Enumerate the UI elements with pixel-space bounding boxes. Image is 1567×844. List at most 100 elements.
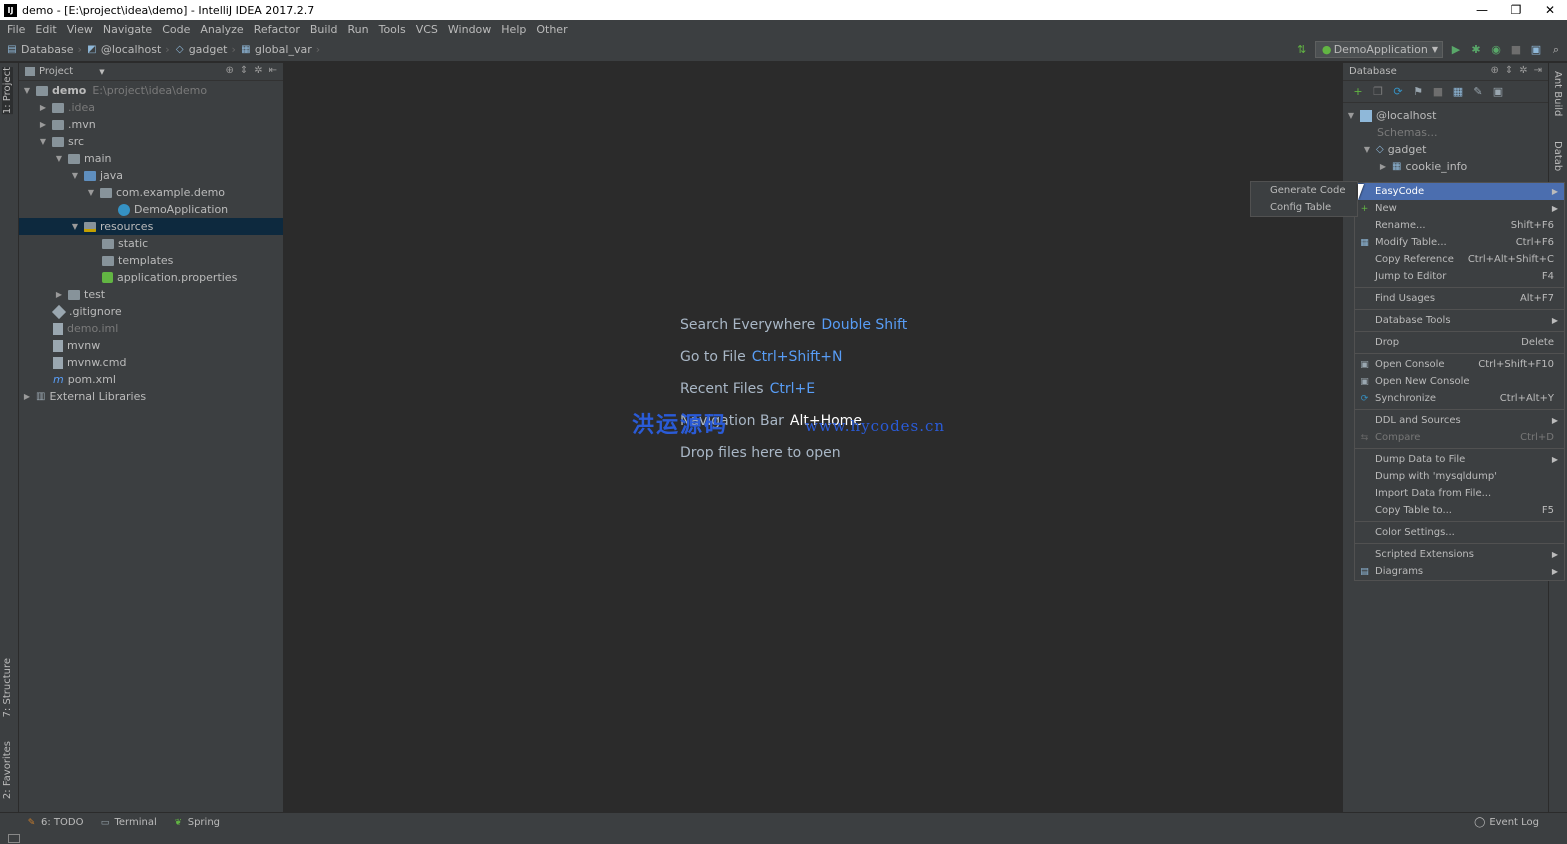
locate-icon[interactable]: ⊕ xyxy=(225,65,233,76)
menu-tools[interactable]: Tools xyxy=(374,23,411,36)
tree-item-demo[interactable]: ▼ demo E:\project\idea\demo xyxy=(21,82,207,99)
stop-icon[interactable]: ■ xyxy=(1509,43,1523,57)
tab-structure[interactable]: 7: Structure xyxy=(2,658,13,717)
tree-item-src[interactable]: ▼ src xyxy=(37,133,84,150)
menu-item-new[interactable]: + New ▶ xyxy=(1355,200,1564,217)
edit-source-icon[interactable]: ✎ xyxy=(1471,85,1485,99)
menu-analyze[interactable]: Analyze xyxy=(195,23,248,36)
tree-item-test[interactable]: ▶ test xyxy=(53,286,105,303)
expand-arrow-icon[interactable]: ▼ xyxy=(69,171,81,180)
menu-edit[interactable]: Edit xyxy=(30,23,61,36)
search-icon[interactable]: ⌕ xyxy=(1549,43,1563,57)
run-icon[interactable]: ▶ xyxy=(1449,43,1463,57)
console-icon[interactable]: ▣ xyxy=(1491,85,1505,99)
menu-help[interactable]: Help xyxy=(496,23,531,36)
menu-item-scripted-extensions[interactable]: Scripted Extensions ▶ xyxy=(1355,546,1564,563)
tool-terminal[interactable]: ▭ Terminal xyxy=(99,817,157,828)
tree-item-static[interactable]: static xyxy=(102,235,148,252)
expand-arrow-icon[interactable]: ▼ xyxy=(1361,145,1373,154)
expand-arrow-icon[interactable]: ▼ xyxy=(37,137,49,146)
toggle-tool-windows-icon[interactable] xyxy=(8,834,20,843)
menu-item-config-table[interactable]: Config Table xyxy=(1251,199,1357,216)
menu-other[interactable]: Other xyxy=(531,23,572,36)
menu-view[interactable]: View xyxy=(62,23,98,36)
menu-item-open-new-console[interactable]: ▣ Open New Console xyxy=(1355,373,1564,390)
tree-item-pom-xml[interactable]: m pom.xml xyxy=(53,371,116,388)
menu-item-synchronize[interactable]: ⟳ Synchronize Ctrl+Alt+Y xyxy=(1355,390,1564,407)
maximize-button[interactable]: ❐ xyxy=(1499,0,1533,20)
breadcrumb-gadget[interactable]: ◇ gadget › xyxy=(174,43,236,56)
tool-event-log[interactable]: ◯ Event Log xyxy=(1474,817,1539,828)
gear-icon[interactable]: ✲ xyxy=(254,65,262,76)
tree-item-external-libraries[interactable]: ▶ ▥ External Libraries xyxy=(21,388,146,405)
menu-window[interactable]: Window xyxy=(443,23,496,36)
table-editor-icon[interactable]: ▦ xyxy=(1451,85,1465,99)
tool-spring[interactable]: ❦ Spring xyxy=(173,817,220,828)
tab-database[interactable]: Datab xyxy=(1552,141,1563,171)
refresh-icon[interactable]: ⟳ xyxy=(1391,85,1405,99)
gear-icon[interactable]: ✲ xyxy=(1519,65,1527,76)
db-tree-gadget[interactable]: ▼ ◇ gadget xyxy=(1361,141,1427,158)
tree-item-mvnw-cmd[interactable]: mvnw.cmd xyxy=(53,354,126,371)
debug-icon[interactable]: ✱ xyxy=(1469,43,1483,57)
tree-item-mvnw[interactable]: mvnw xyxy=(53,337,100,354)
menu-item-copy-reference[interactable]: Copy Reference Ctrl+Alt+Shift+C xyxy=(1355,251,1564,268)
tree-item-application-properties[interactable]: application.properties xyxy=(102,269,237,286)
db-tree-localhost[interactable]: ▼ @localhost xyxy=(1345,107,1436,124)
expand-arrow-icon[interactable]: ▶ xyxy=(1377,162,1389,171)
minimize-button[interactable]: — xyxy=(1465,0,1499,20)
tree-item-demo-iml[interactable]: demo.iml xyxy=(53,320,118,337)
expand-arrow-icon[interactable]: ▼ xyxy=(69,222,81,231)
close-button[interactable]: ✕ xyxy=(1533,0,1567,20)
expand-arrow-icon[interactable]: ▼ xyxy=(1345,111,1357,120)
menu-refactor[interactable]: Refactor xyxy=(249,23,305,36)
menu-item-database-tools[interactable]: Database Tools ▶ xyxy=(1355,312,1564,329)
menu-item-modify-table[interactable]: ▦ Modify Table... Ctrl+F6 xyxy=(1355,234,1564,251)
menu-item-drop[interactable]: Drop Delete xyxy=(1355,334,1564,351)
tab-ant-build[interactable]: Ant Build xyxy=(1552,71,1563,116)
project-view-select[interactable]: Project xyxy=(39,66,73,77)
menu-item-easycode[interactable]: EasyCode ▶ xyxy=(1355,183,1564,200)
menu-item-copy-table[interactable]: Copy Table to... F5 xyxy=(1355,502,1564,519)
menu-item-color-settings[interactable]: Color Settings... xyxy=(1355,524,1564,541)
breadcrumb-localhost[interactable]: ◩ @localhost › xyxy=(86,43,170,56)
expand-arrow-icon[interactable]: ▶ xyxy=(21,392,33,401)
hide-panel-icon[interactable]: ⇥ xyxy=(1534,65,1542,76)
menu-item-generate-code[interactable]: Generate Code xyxy=(1251,182,1357,199)
build-icon[interactable]: ⇅ xyxy=(1295,43,1309,57)
expand-arrow-icon[interactable]: ▼ xyxy=(85,188,97,197)
copy-icon[interactable]: ❐ xyxy=(1371,85,1385,99)
menu-item-ddl-and-sources[interactable]: DDL and Sources ▶ xyxy=(1355,412,1564,429)
add-icon[interactable]: + xyxy=(1351,85,1365,99)
collapse-all-icon[interactable]: ⇕ xyxy=(240,65,248,76)
menu-item-find-usages[interactable]: Find Usages Alt+F7 xyxy=(1355,290,1564,307)
tree-item-package[interactable]: ▼ com.example.demo xyxy=(85,184,225,201)
menu-code[interactable]: Code xyxy=(157,23,195,36)
tab-project[interactable]: 1: Project xyxy=(2,67,13,115)
project-structure-icon[interactable]: ▣ xyxy=(1529,43,1543,57)
menu-file[interactable]: File xyxy=(2,23,30,36)
db-tree-cookie-info[interactable]: ▶ ▦ cookie_info xyxy=(1377,158,1467,175)
menu-vcs[interactable]: VCS xyxy=(411,23,443,36)
expand-arrow-icon[interactable]: ▶ xyxy=(37,120,49,129)
tree-item-templates[interactable]: templates xyxy=(102,252,173,269)
locate-icon[interactable]: ⊕ xyxy=(1490,65,1498,76)
expand-arrow-icon[interactable]: ▼ xyxy=(21,86,33,95)
hide-panel-icon[interactable]: ⇤ xyxy=(269,65,277,76)
tab-favorites[interactable]: 2: Favorites xyxy=(2,741,13,799)
menu-item-jump-to-editor[interactable]: Jump to Editor F4 xyxy=(1355,268,1564,285)
tool-todo[interactable]: ✎ 6: TODO xyxy=(26,817,84,828)
menu-build[interactable]: Build xyxy=(305,23,343,36)
menu-item-diagrams[interactable]: ▤ Diagrams ▶ xyxy=(1355,563,1564,580)
editor-empty-area[interactable]: Search Everywhere Double Shift Go to File… xyxy=(285,63,1341,812)
tree-item-resources[interactable]: ▼ resources xyxy=(19,218,283,235)
menu-item-import-data[interactable]: Import Data from File... xyxy=(1355,485,1564,502)
run-configuration-select[interactable]: ● DemoApplication ▼ xyxy=(1314,41,1443,58)
tree-item-mvn[interactable]: ▶ .mvn xyxy=(37,116,96,133)
menu-navigate[interactable]: Navigate xyxy=(98,23,157,36)
coverage-icon[interactable]: ◉ xyxy=(1489,43,1503,57)
menu-item-open-console[interactable]: ▣ Open Console Ctrl+Shift+F10 xyxy=(1355,356,1564,373)
tree-item-main[interactable]: ▼ main xyxy=(53,150,112,167)
tree-item-java[interactable]: ▼ java xyxy=(69,167,123,184)
breadcrumb-database[interactable]: ▤ Database › xyxy=(6,43,82,56)
